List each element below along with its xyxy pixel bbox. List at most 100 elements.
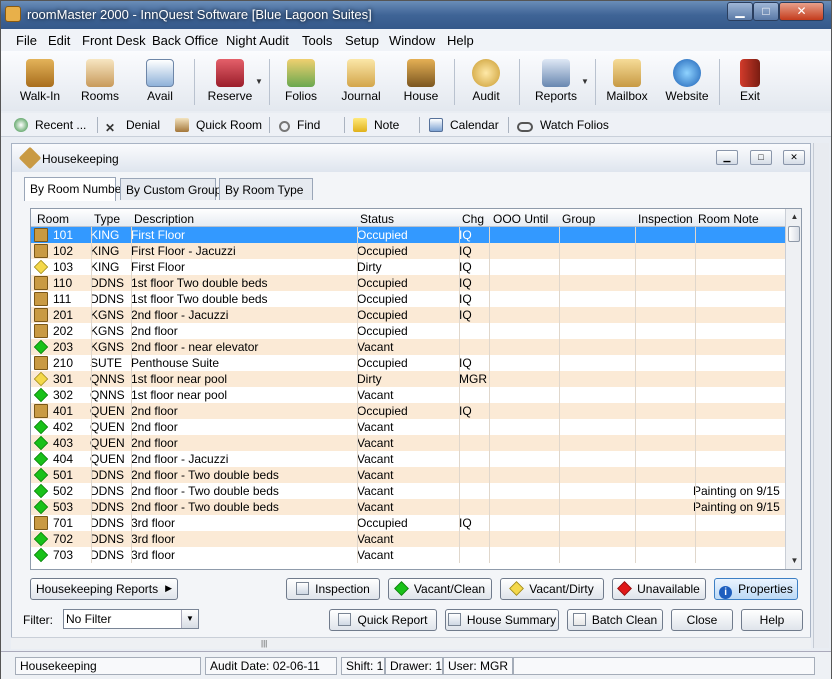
inner-close-button[interactable]: ✕ <box>783 150 805 165</box>
reports-dropdown-icon[interactable]: ▼ <box>581 77 589 86</box>
table-row[interactable]: 110 DDNS 1st floor Two double beds Occupied… <box>31 275 785 291</box>
vacant-clean-button[interactable]: Vacant/Clean <box>388 578 492 600</box>
col-status[interactable]: Status <box>360 212 394 226</box>
table-row[interactable]: 502 DDNS 2nd floor - Two double beds Vacant… <box>31 483 785 499</box>
menu-tools[interactable]: Tools <box>302 33 332 48</box>
table-row[interactable]: 201 KGNS 2nd floor - Jacuzzi Occupied IQ <box>31 307 785 323</box>
table-row[interactable]: 202 KGNS 2nd floor Occupied <box>31 323 785 339</box>
table-row[interactable]: 103 KING First Floor Dirty IQ <box>31 259 785 275</box>
main-vertical-scrollbar[interactable] <box>813 143 829 648</box>
table-row[interactable]: 702 DDNS 3rd floor Vacant <box>31 531 785 547</box>
col-ooo-until[interactable]: OOO Until <box>493 212 548 226</box>
inner-restore-button[interactable]: □ <box>750 150 772 165</box>
batch-clean-button[interactable]: Batch Clean <box>567 609 663 631</box>
table-row[interactable]: 302 QNNS 1st floor near pool Vacant <box>31 387 785 403</box>
filter-select[interactable]: No Filter ▼ <box>63 609 199 629</box>
menu-back-office[interactable]: Back Office <box>152 33 218 48</box>
audit-button[interactable]: Audit <box>464 55 508 109</box>
unavailable-button[interactable]: Unavailable <box>612 578 706 600</box>
website-button[interactable]: Website <box>663 55 711 109</box>
close-button[interactable]: Close <box>671 609 733 631</box>
col-description[interactable]: Description <box>134 212 194 226</box>
tab-by-room-number[interactable]: By Room Number <box>24 177 125 201</box>
reports-button[interactable]: Reports <box>531 55 581 109</box>
cell-divider <box>459 531 460 547</box>
table-row[interactable]: 701 DDNS 3rd floor Occupied IQ <box>31 515 785 531</box>
cell-type: QUEN <box>90 404 125 418</box>
cell-desc: 2nd floor - Two double beds <box>131 484 279 498</box>
col-group[interactable]: Group <box>562 212 595 226</box>
table-row[interactable]: 101 KING First Floor Occupied IQ <box>31 227 785 243</box>
scroll-up-icon[interactable]: ▲ <box>787 209 801 225</box>
menu-setup[interactable]: Setup <box>345 33 379 48</box>
rooms-button[interactable]: Rooms <box>77 55 123 109</box>
exit-button[interactable]: Exit <box>729 55 771 109</box>
table-row[interactable]: 401 QUEN 2nd floor Occupied IQ <box>31 403 785 419</box>
house-summary-button[interactable]: House Summary <box>445 609 559 631</box>
menu-file[interactable]: File <box>16 33 37 48</box>
housekeeping-title-bar[interactable]: Housekeeping ▁ □ ✕ <box>12 144 810 172</box>
cell-divider <box>635 323 636 339</box>
table-row[interactable]: 301 QNNS 1st floor near pool Dirty MGR <box>31 371 785 387</box>
menu-edit[interactable]: Edit <box>48 33 70 48</box>
table-row[interactable]: 403 QUEN 2nd floor Vacant <box>31 435 785 451</box>
table-row[interactable]: 111 DDNS 1st floor Two double beds Occupied… <box>31 291 785 307</box>
reserve-button[interactable]: Reserve <box>205 55 255 109</box>
grid-vertical-scrollbar[interactable]: ▲ ▼ <box>785 209 801 569</box>
chevron-down-icon[interactable]: ▼ <box>181 610 198 628</box>
scroll-thumb[interactable] <box>788 226 800 242</box>
table-row[interactable]: 210 SUTE Penthouse Suite Occupied IQ <box>31 355 785 371</box>
col-type[interactable]: Type <box>94 212 120 226</box>
maximize-button[interactable]: □ <box>753 2 779 21</box>
title-bar[interactable]: roomMaster 2000 - InnQuest Software [Blu… <box>1 1 831 29</box>
quick-room-button[interactable]: Quick Room <box>175 118 262 132</box>
tab-by-custom-group[interactable]: By Custom Group <box>120 178 221 200</box>
denial-button[interactable]: ✕ Denial <box>105 118 160 135</box>
house-button[interactable]: House <box>399 55 443 109</box>
vacant-dirty-button[interactable]: Vacant/Dirty <box>500 578 604 600</box>
col-chg[interactable]: Chg <box>462 212 484 226</box>
find-button[interactable]: Find <box>279 118 320 132</box>
calendar-button[interactable]: Calendar <box>429 118 499 132</box>
cell-chg: IQ <box>459 228 472 242</box>
cell-divider <box>489 435 490 451</box>
col-inspection[interactable]: Inspection <box>638 212 693 226</box>
avail-button[interactable]: Avail <box>137 55 183 109</box>
watch-folios-button[interactable]: Watch Folios <box>517 118 609 132</box>
close-window-button[interactable]: ✕ <box>779 2 824 21</box>
properties-button[interactable]: i Properties <box>714 578 798 600</box>
vacant-status-icon <box>33 467 49 483</box>
quick-report-button[interactable]: Quick Report <box>329 609 437 631</box>
menu-window[interactable]: Window <box>389 33 435 48</box>
tab-by-room-type[interactable]: By Room Type <box>219 178 313 200</box>
cell-status: Occupied <box>357 228 408 242</box>
mailbox-button[interactable]: Mailbox <box>604 55 650 109</box>
recent-button[interactable]: Recent ... <box>14 118 86 132</box>
table-row[interactable]: 402 QUEN 2nd floor Vacant <box>31 419 785 435</box>
col-room-note[interactable]: Room Note <box>698 212 759 226</box>
walk-in-button[interactable]: Walk-In <box>15 55 65 109</box>
col-room[interactable]: Room <box>37 212 69 226</box>
horizontal-scrollbar[interactable]: ||| <box>11 637 811 649</box>
reserve-dropdown-icon[interactable]: ▼ <box>255 77 263 86</box>
table-row[interactable]: 203 KGNS 2nd floor - near elevator Vacant <box>31 339 785 355</box>
housekeeping-reports-button[interactable]: Housekeeping Reports ▶ <box>30 578 178 600</box>
table-row[interactable]: 102 KING First Floor - Jacuzzi Occupied IQ <box>31 243 785 259</box>
folios-button[interactable]: Folios <box>279 55 323 109</box>
inner-minimize-button[interactable]: ▁ <box>716 150 738 165</box>
table-row[interactable]: 503 DDNS 2nd floor - Two double beds Vacant… <box>31 499 785 515</box>
note-button[interactable]: Note <box>353 118 399 132</box>
menu-help[interactable]: Help <box>447 33 474 48</box>
menu-night-audit[interactable]: Night Audit <box>226 33 289 48</box>
menu-front-desk[interactable]: Front Desk <box>82 33 146 48</box>
scroll-down-icon[interactable]: ▼ <box>787 553 801 569</box>
help-button[interactable]: Help <box>741 609 803 631</box>
table-row[interactable]: 501 DDNS 2nd floor - Two double beds Vacant <box>31 467 785 483</box>
minimize-button[interactable]: ▁ <box>727 2 753 21</box>
table-row[interactable]: 703 DDNS 3rd floor Vacant <box>31 547 785 563</box>
scroll-grip-icon[interactable]: ||| <box>261 639 273 648</box>
journal-button[interactable]: Journal <box>339 55 383 109</box>
table-row[interactable]: 404 QUEN 2nd floor - Jacuzzi Vacant <box>31 451 785 467</box>
inspection-button[interactable]: Inspection <box>286 578 380 600</box>
cell-divider <box>459 323 460 339</box>
